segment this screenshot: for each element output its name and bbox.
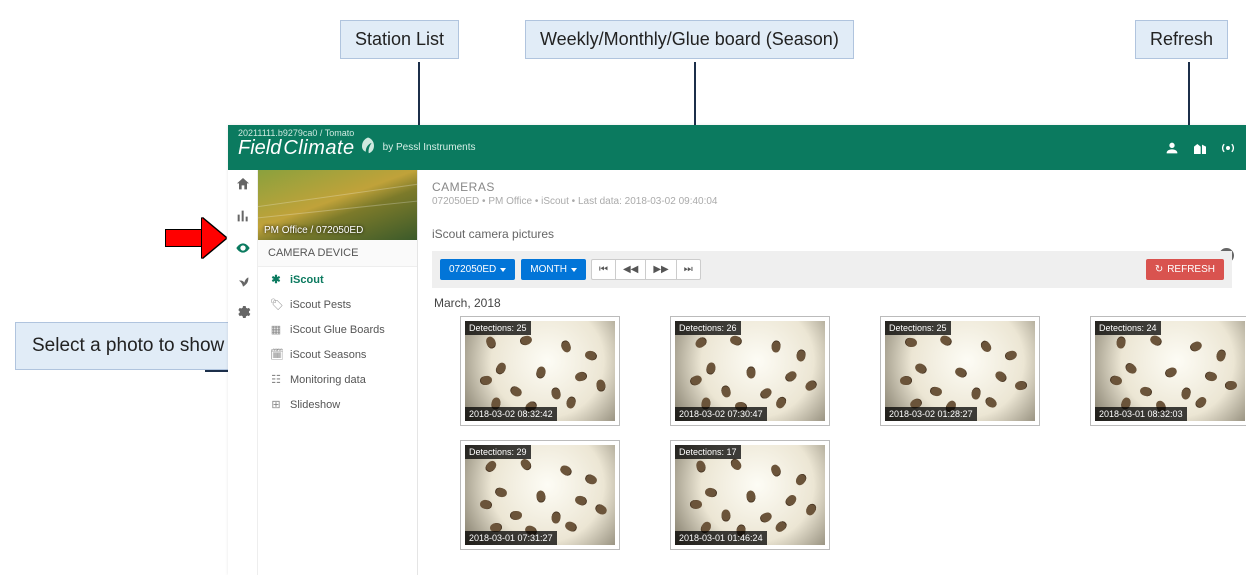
- thumbnail[interactable]: Detections: 17 2018-03-01 01:46:24: [670, 440, 830, 550]
- annotation-period: Weekly/Monthly/Glue board (Season): [525, 20, 854, 59]
- menu-item-label: iScout: [290, 274, 324, 286]
- annotation-station-list: Station List: [340, 20, 459, 59]
- home-icon[interactable]: [235, 176, 251, 192]
- thumbnail[interactable]: Detections: 25 2018-03-02 08:32:42: [460, 316, 620, 426]
- camera-menu: ✱ iScout 🏷 iScout Pests ▦ iScout Glue Boards 🗓…: [258, 267, 417, 417]
- caret-down-icon: [500, 268, 506, 272]
- leaf-icon: [359, 136, 377, 154]
- menu-item-label: Monitoring data: [290, 374, 366, 386]
- eye-icon[interactable]: [235, 240, 251, 256]
- thumb-image: [675, 321, 825, 421]
- menu-item-icon: ☷: [270, 373, 282, 386]
- timestamp-label: 2018-03-01 07:31:27: [465, 531, 557, 545]
- caret-down-icon: [571, 268, 577, 272]
- plant-icon[interactable]: [235, 272, 251, 288]
- station-dropdown-label: 072050ED: [449, 264, 496, 275]
- station-image[interactable]: PM Office / 072050ED: [258, 170, 417, 240]
- red-arrow-head-icon: [202, 218, 226, 258]
- menu-item-icon: ✱: [270, 273, 282, 286]
- menu-item-label: iScout Glue Boards: [290, 324, 385, 336]
- menu-item-icon: ⊞: [270, 398, 282, 411]
- thumb-image: [465, 321, 615, 421]
- camera-menu-item[interactable]: ▦ iScout Glue Boards: [258, 317, 417, 342]
- thumbnail[interactable]: Detections: 25 2018-03-02 01:28:27: [880, 316, 1040, 426]
- camera-menu-item[interactable]: 🗓 iScout Seasons: [258, 342, 417, 367]
- detections-label: Detections: 25: [885, 321, 951, 335]
- detections-label: Detections: 17: [675, 445, 741, 459]
- menu-item-label: Slideshow: [290, 399, 340, 411]
- camera-menu-item[interactable]: 🏷 iScout Pests: [258, 292, 417, 317]
- top-icons: [1164, 140, 1236, 156]
- topbar: 20211111.b9279ca0 / Tomato FieldClimate …: [228, 125, 1246, 170]
- timestamp-label: 2018-03-02 07:30:47: [675, 407, 767, 421]
- refresh-button-label: REFRESH: [1167, 264, 1215, 275]
- breadcrumb: 20211111.b9279ca0 / Tomato: [238, 128, 354, 138]
- timestamp-label: 2018-03-01 08:32:03: [1095, 407, 1187, 421]
- broadcast-icon[interactable]: [1220, 140, 1236, 156]
- detections-label: Detections: 24: [1095, 321, 1161, 335]
- brand: FieldClimate: [238, 136, 377, 160]
- thumb-image: [885, 321, 1035, 421]
- menu-item-icon: 🗓: [270, 348, 282, 361]
- gear-icon[interactable]: [235, 304, 251, 320]
- thumb-image: [1095, 321, 1245, 421]
- station-dropdown[interactable]: 072050ED: [440, 259, 515, 280]
- camera-menu-item[interactable]: ⊞ Slideshow: [258, 392, 417, 417]
- period-dropdown-label: MONTH: [530, 264, 567, 275]
- camera-menu-item[interactable]: ✱ iScout: [258, 267, 417, 292]
- user-icon[interactable]: [1164, 140, 1180, 156]
- toolbar: 072050ED MONTH ⏮ ◀◀ ▶▶ ⏭ ↻ REFRESH: [432, 251, 1232, 288]
- next-page-button[interactable]: ▶▶: [645, 259, 676, 280]
- timestamp-label: 2018-03-02 01:28:27: [885, 407, 977, 421]
- side-panel: PM Office / 072050ED CAMERA DEVICE ✱ iSco…: [258, 170, 418, 575]
- camera-menu-item[interactable]: ☷ Monitoring data: [258, 367, 417, 392]
- timestamp-label: 2018-03-01 01:46:24: [675, 531, 767, 545]
- app-shell: 20211111.b9279ca0 / Tomato FieldClimate …: [228, 125, 1246, 575]
- detections-label: Detections: 25: [465, 321, 531, 335]
- red-arrow-icon: [165, 229, 203, 247]
- section-title: iScout camera pictures: [432, 227, 1232, 241]
- prev-page-button[interactable]: ◀◀: [615, 259, 646, 280]
- thumbnail[interactable]: Detections: 26 2018-03-02 07:30:47: [670, 316, 830, 426]
- thumb-image: [675, 445, 825, 545]
- brand-left: Field: [238, 137, 281, 160]
- menu-item-label: iScout Seasons: [290, 349, 366, 361]
- farm-icon[interactable]: [1192, 140, 1208, 156]
- timestamp-label: 2018-03-02 08:32:42: [465, 407, 557, 421]
- last-page-button[interactable]: ⏭: [676, 259, 701, 280]
- thumb-image: [465, 445, 615, 545]
- detections-label: Detections: 29: [465, 445, 531, 459]
- detections-label: Detections: 26: [675, 321, 741, 335]
- thumbnail[interactable]: Detections: 29 2018-03-01 07:31:27: [460, 440, 620, 550]
- thumbnail-grid: Detections: 252018-03-02 08:32:42Detecti…: [432, 316, 1232, 550]
- main-content: CAMERAS 072050ED • PM Office • iScout • …: [418, 170, 1246, 575]
- chart-icon[interactable]: [235, 208, 251, 224]
- refresh-button[interactable]: ↻ REFRESH: [1146, 259, 1224, 280]
- brand-right: Climate: [283, 137, 354, 160]
- left-rail: [228, 170, 258, 575]
- station-caption: PM Office / 072050ED: [264, 225, 363, 236]
- pager: ⏮ ◀◀ ▶▶ ⏭: [592, 259, 701, 280]
- first-page-button[interactable]: ⏮: [591, 259, 616, 280]
- refresh-icon: ↻: [1155, 264, 1163, 275]
- thumbnail[interactable]: Detections: 24 2018-03-01 08:32:03: [1090, 316, 1246, 426]
- page-sub: 072050ED • PM Office • iScout • Last dat…: [432, 196, 1232, 207]
- page-heading: CAMERAS: [432, 180, 1232, 194]
- menu-item-icon: ▦: [270, 323, 282, 336]
- period-dropdown[interactable]: MONTH: [521, 259, 586, 280]
- panel-section-title: CAMERA DEVICE: [258, 240, 417, 267]
- annotation-refresh: Refresh: [1135, 20, 1228, 59]
- menu-item-label: iScout Pests: [290, 299, 351, 311]
- month-label: March, 2018: [434, 296, 1230, 310]
- brand-sub: by Pessl Instruments: [383, 142, 476, 153]
- menu-item-icon: 🏷: [270, 298, 282, 311]
